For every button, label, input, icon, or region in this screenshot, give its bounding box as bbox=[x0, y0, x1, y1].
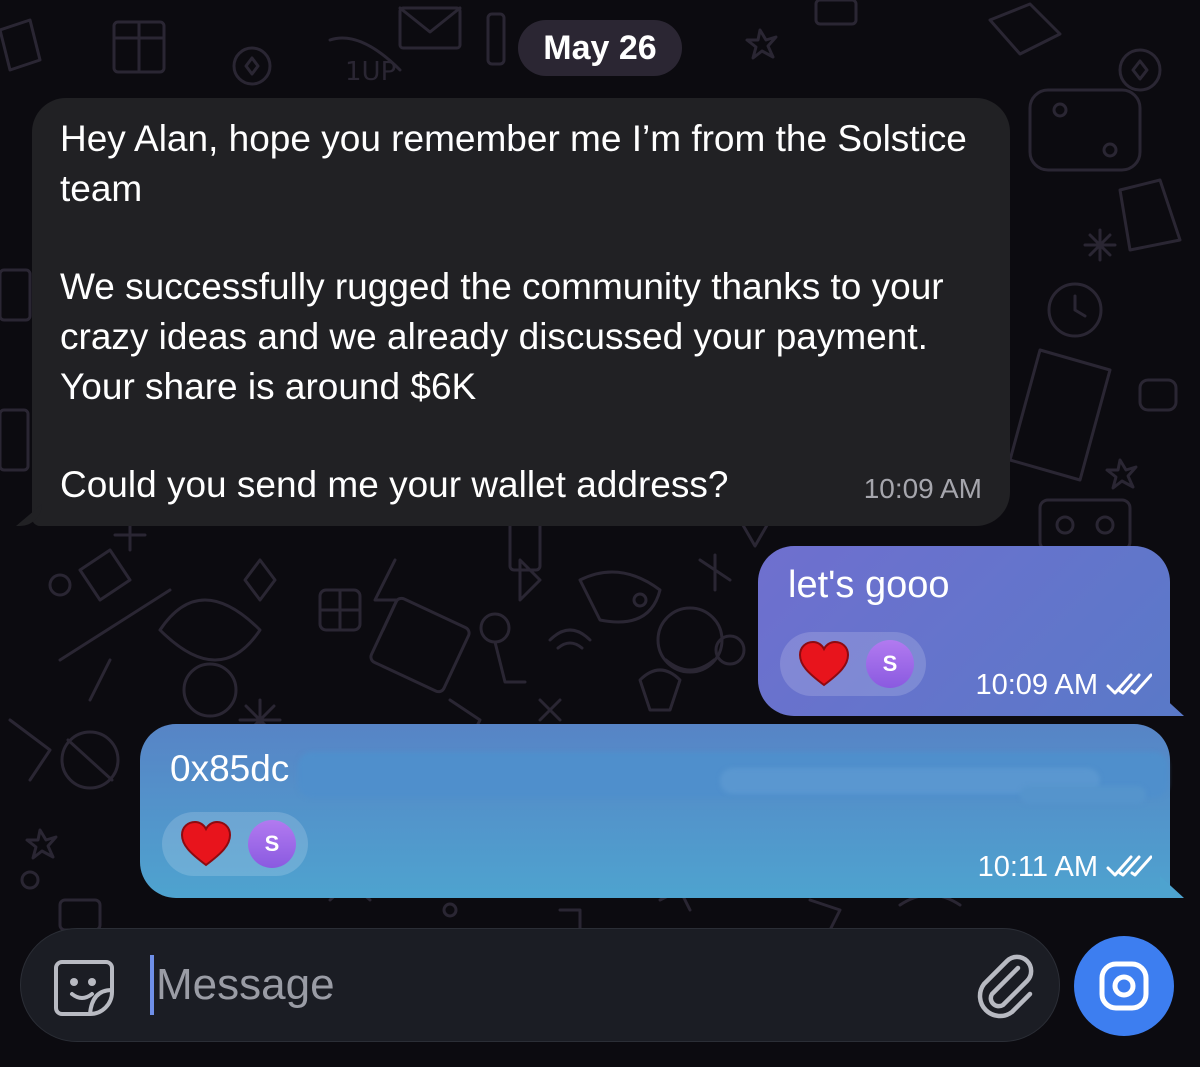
svg-text:1UP: 1UP bbox=[345, 57, 396, 87]
avatar-initial: S bbox=[264, 831, 280, 856]
message-time: 10:09 AM bbox=[863, 473, 982, 504]
reactor-avatar: S bbox=[866, 640, 914, 688]
camera-icon bbox=[1099, 961, 1149, 1011]
reaction-chip[interactable]: S bbox=[780, 632, 926, 696]
message-paragraph: Could you send me your wallet address? bbox=[60, 464, 729, 505]
message-input[interactable] bbox=[156, 950, 936, 1020]
wallet-address-text: 0x85dc bbox=[170, 748, 290, 789]
paperclip-icon[interactable] bbox=[972, 952, 1042, 1022]
message-text: let's gooo bbox=[788, 564, 950, 606]
date-label: May 26 bbox=[543, 28, 657, 67]
heart-icon bbox=[798, 641, 850, 687]
redaction-overlay bbox=[1020, 786, 1146, 804]
read-checkmarks-icon bbox=[1106, 673, 1152, 695]
read-checkmarks-icon bbox=[1106, 855, 1152, 877]
camera-button[interactable] bbox=[1074, 936, 1174, 1036]
reaction-chip[interactable]: S bbox=[162, 812, 308, 876]
sticker-icon[interactable] bbox=[52, 954, 116, 1018]
chat-screen: 1UP May 26 Hey Alan, hope you remember m… bbox=[0, 0, 1200, 1067]
incoming-message[interactable]: Hey Alan, hope you remember me I’m from … bbox=[16, 98, 1010, 526]
message-paragraph: Hey Alan, hope you remember me I’m from … bbox=[60, 118, 967, 209]
heart-icon bbox=[180, 821, 232, 867]
date-separator: May 26 bbox=[518, 20, 682, 76]
message-paragraph: We successfully rugged the community tha… bbox=[60, 266, 944, 407]
outgoing-message[interactable]: 0x85dc S 10:11 AM bbox=[140, 724, 1184, 898]
message-time: 10:09 AM bbox=[975, 669, 1098, 701]
message-time: 10:11 AM bbox=[977, 851, 1098, 883]
outgoing-message[interactable]: let's gooo S 10:09 AM bbox=[758, 546, 1184, 716]
text-cursor bbox=[150, 955, 154, 1015]
avatar-initial: S bbox=[882, 651, 898, 676]
reactor-avatar: S bbox=[248, 820, 296, 868]
